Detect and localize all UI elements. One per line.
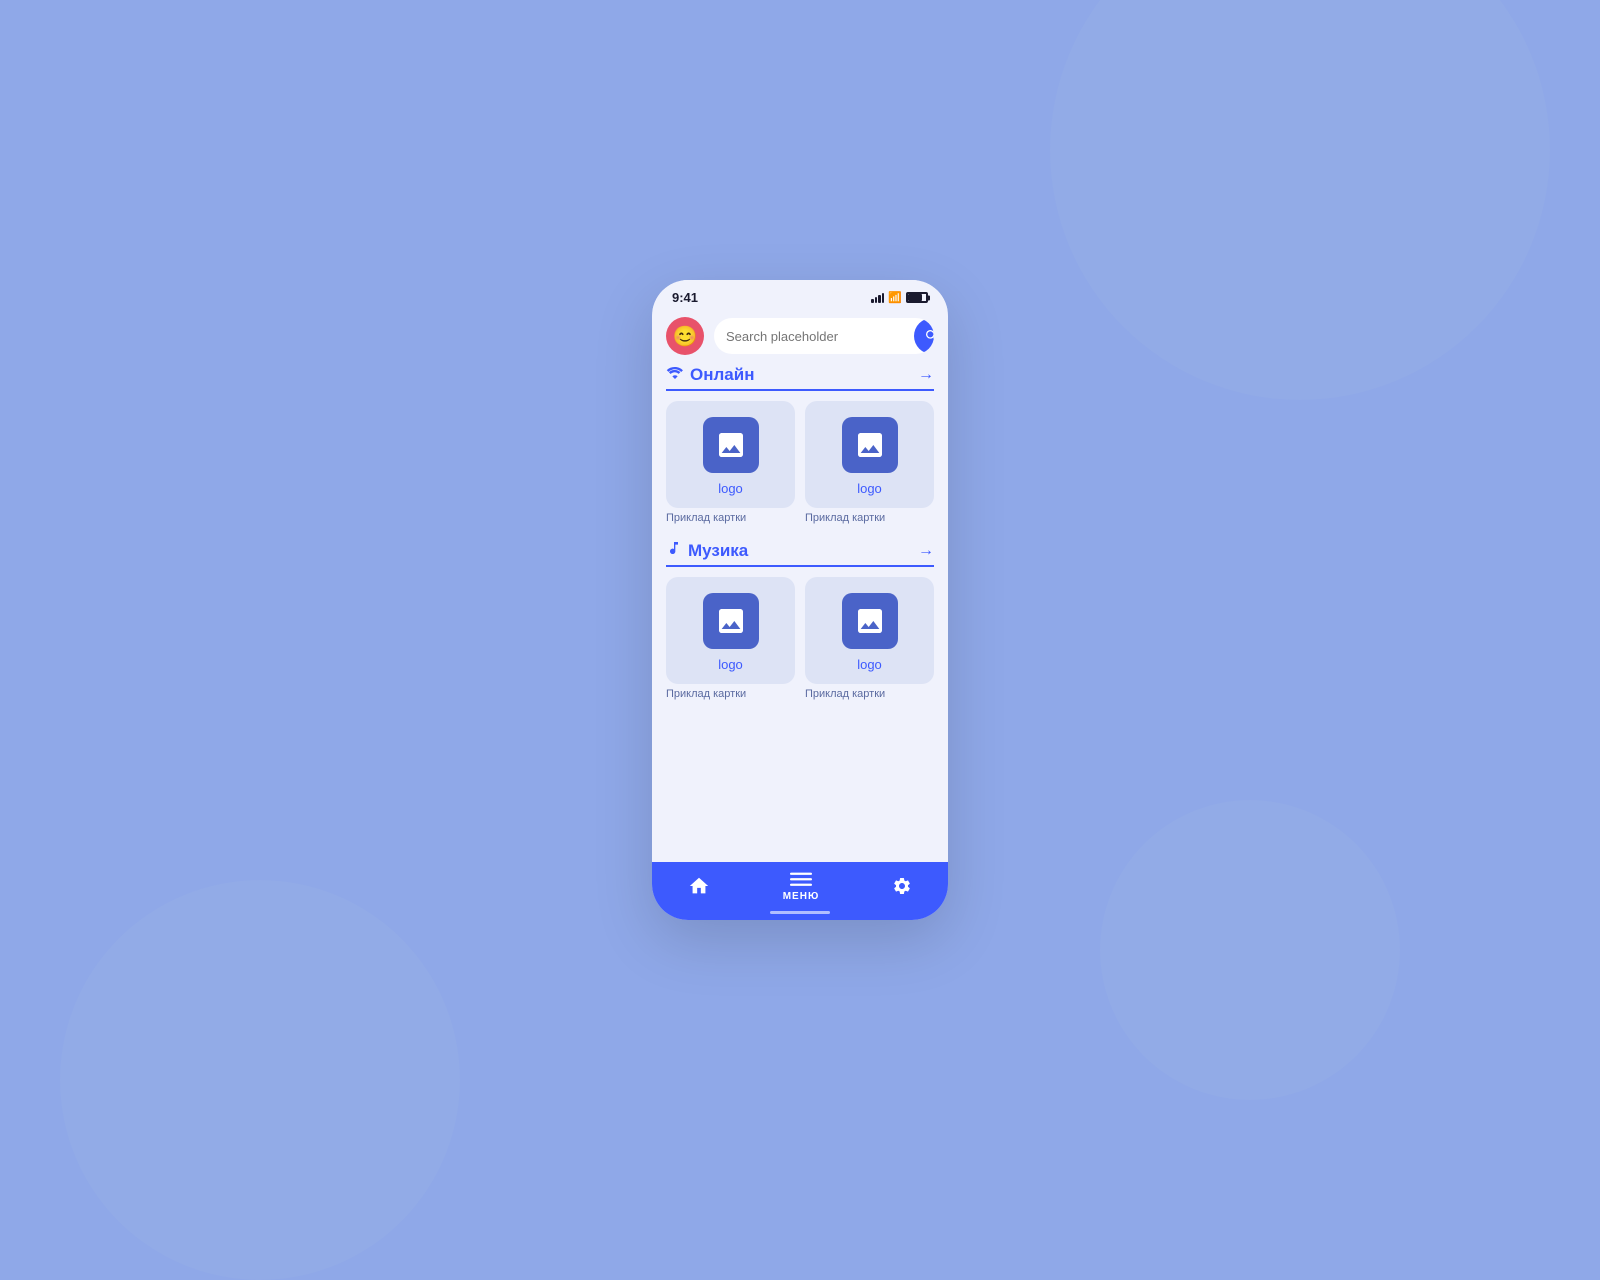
section-music-arrow[interactable]: →: [918, 542, 934, 560]
status-time: 9:41: [672, 290, 698, 305]
music-card-2-subtitle: Приклад картки: [805, 688, 934, 700]
online-card-2-subtitle: Приклад картки: [805, 512, 934, 524]
avatar-emoji: 😊: [673, 324, 698, 349]
music-card-2-label: logo: [857, 657, 882, 672]
online-card-2-label: logo: [857, 481, 882, 496]
search-input[interactable]: [714, 329, 914, 344]
signal-icon: [871, 293, 884, 303]
nav-menu-label: МЕНЮ: [783, 891, 820, 902]
image-placeholder-icon: [854, 605, 886, 637]
online-card-1[interactable]: logo: [666, 401, 795, 508]
card-wrapper: logo Приклад картки: [666, 401, 795, 524]
section-title-online: Онлайн: [666, 365, 754, 385]
section-music: Музика → logo Приклад картки: [666, 540, 934, 700]
section-online: Онлайн → logo Приклад картки: [666, 365, 934, 524]
nav-home-button[interactable]: [688, 875, 710, 900]
music-card-1-subtitle: Приклад картки: [666, 688, 795, 700]
status-bar: 9:41 📶: [652, 280, 948, 311]
search-container: [714, 318, 934, 354]
menu-icon: [790, 872, 812, 889]
search-button[interactable]: [914, 318, 934, 354]
avatar-button[interactable]: 😊: [666, 317, 704, 355]
home-indicator: [770, 911, 830, 914]
card-wrapper: logo Приклад картки: [805, 401, 934, 524]
status-icons: 📶: [871, 291, 928, 304]
nav-settings-button[interactable]: [892, 876, 912, 899]
online-card-1-label: logo: [718, 481, 743, 496]
card-image-1: [703, 417, 759, 473]
home-icon: [688, 875, 710, 900]
image-placeholder-icon: [715, 605, 747, 637]
music-section-icon: [666, 540, 682, 561]
wifi-section-icon: [666, 366, 684, 385]
battery-icon: [906, 292, 928, 303]
section-header-music: Музика →: [666, 540, 934, 567]
wifi-status-icon: 📶: [888, 291, 902, 304]
music-card-1-label: logo: [718, 657, 743, 672]
image-placeholder-icon: [854, 429, 886, 461]
section-online-arrow[interactable]: →: [918, 366, 934, 384]
online-card-2[interactable]: logo: [805, 401, 934, 508]
card-image-3: [703, 593, 759, 649]
section-title-music: Музика: [666, 540, 748, 561]
music-card-2[interactable]: logo: [805, 577, 934, 684]
card-wrapper: logo Приклад картки: [666, 577, 795, 700]
search-area: 😊: [652, 311, 948, 365]
music-cards-grid: logo Приклад картки logo Приклад ка: [666, 577, 934, 700]
section-music-label: Музика: [688, 541, 748, 561]
card-image-2: [842, 417, 898, 473]
card-wrapper: logo Приклад картки: [805, 577, 934, 700]
phone-frame: 9:41 📶 😊: [652, 280, 948, 920]
section-header-online: Онлайн →: [666, 365, 934, 391]
online-cards-grid: logo Приклад картки logo Приклад ка: [666, 401, 934, 524]
image-placeholder-icon: [715, 429, 747, 461]
settings-icon: [892, 876, 912, 899]
search-icon: [924, 328, 934, 344]
card-image-4: [842, 593, 898, 649]
bottom-nav: МЕНЮ: [652, 862, 948, 920]
main-content: Онлайн → logo Приклад картки: [652, 365, 948, 862]
section-online-label: Онлайн: [690, 365, 754, 385]
nav-menu-button[interactable]: МЕНЮ: [783, 872, 820, 902]
online-card-1-subtitle: Приклад картки: [666, 512, 795, 524]
music-card-1[interactable]: logo: [666, 577, 795, 684]
